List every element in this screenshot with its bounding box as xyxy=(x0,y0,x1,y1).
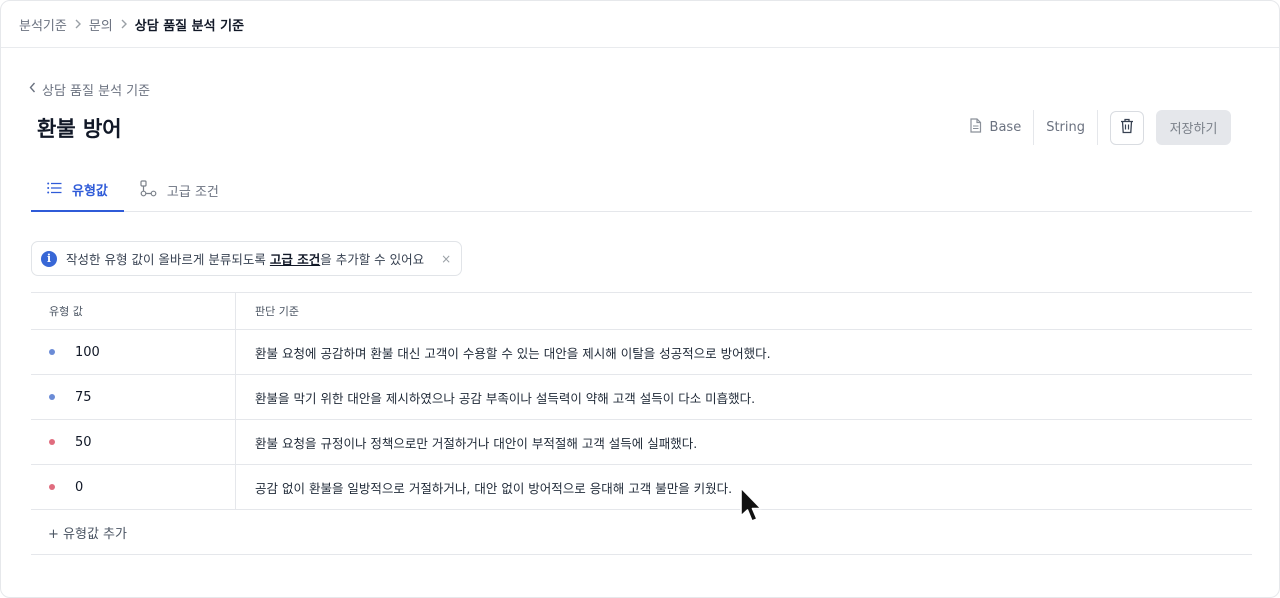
type-value-cell: 100 xyxy=(31,330,236,374)
type-value: 50 xyxy=(75,434,92,450)
add-type-value-button[interactable]: + 유형값 추가 xyxy=(31,510,1252,555)
chevron-right-icon xyxy=(74,19,82,29)
notice-text-before: 작성한 유형 값이 올바르게 분류되도록 xyxy=(66,252,270,267)
chevron-left-icon xyxy=(29,82,36,97)
breadcrumb-item-inquiry[interactable]: 문의 xyxy=(89,15,113,34)
document-icon xyxy=(969,118,982,137)
trash-icon xyxy=(1120,118,1134,138)
column-header-criteria: 판단 기준 xyxy=(255,305,299,318)
save-button[interactable]: 저장하기 xyxy=(1156,110,1231,145)
tab-label: 유형값 xyxy=(72,184,108,199)
list-icon xyxy=(47,182,62,198)
branch-icon xyxy=(140,179,157,201)
table-row[interactable]: 100 환불 요청에 공감하며 환불 대신 고객이 수용할 수 있는 대안을 제시… xyxy=(31,330,1252,375)
status-dot xyxy=(49,439,55,445)
back-link-label: 상담 품질 분석 기준 xyxy=(42,84,151,99)
tab-advanced-conditions[interactable]: 고급 조건 xyxy=(124,169,235,211)
criteria-cell: 환불 요청을 규정이나 정책으로만 거절하거나 대안이 부적절해 고객 설득에 … xyxy=(255,435,698,451)
type-value: 0 xyxy=(75,479,84,495)
tab-type-values[interactable]: 유형값 xyxy=(31,169,124,212)
status-dot xyxy=(49,349,55,355)
notice-text: 작성한 유형 값이 올바르게 분류되도록 고급 조건을 추가할 수 있어요 xyxy=(66,249,424,268)
header-actions: Base String 저장하기 xyxy=(957,110,1231,145)
tab-bar: 유형값 고급 조건 xyxy=(31,169,1252,212)
type-value-cell: 50 xyxy=(31,420,236,464)
notice-text-after: 을 추가할 수 있어요 xyxy=(320,252,425,267)
breadcrumb-current: 상담 품질 분석 기준 xyxy=(134,18,245,34)
tab-label: 고급 조건 xyxy=(166,184,219,200)
criteria-cell: 환불 요청에 공감하며 환불 대신 고객이 수용할 수 있는 대안을 제시해 이… xyxy=(255,345,771,361)
table-header: 유형 값 판단 기준 xyxy=(31,293,1252,330)
app-window: 분석기준 문의 상담 품질 분석 기준 상담 품질 분석 기준 환불 방어 Ba… xyxy=(0,0,1280,598)
info-notice: i 작성한 유형 값이 올바르게 분류되도록 고급 조건을 추가할 수 있어요 … xyxy=(31,241,463,276)
type-label: String xyxy=(1046,120,1085,135)
divider xyxy=(1097,110,1098,145)
base-indicator: Base xyxy=(957,110,1034,145)
breadcrumb: 분석기준 문의 상담 품질 분석 기준 xyxy=(1,1,1279,48)
info-icon: i xyxy=(41,250,57,267)
delete-button[interactable] xyxy=(1110,110,1144,145)
breadcrumb-item-analysis[interactable]: 분석기준 xyxy=(19,15,67,34)
advanced-conditions-link[interactable]: 고급 조건 xyxy=(270,252,320,267)
close-icon[interactable]: × xyxy=(441,252,451,266)
type-value-cell: 0 xyxy=(31,465,236,509)
type-indicator: String xyxy=(1034,110,1097,145)
table-row[interactable]: 50 환불 요청을 규정이나 정책으로만 거절하거나 대안이 부적절해 고객 설득… xyxy=(31,420,1252,465)
chevron-right-icon xyxy=(120,19,128,29)
type-value: 100 xyxy=(75,344,100,360)
mouse-cursor-icon xyxy=(739,487,765,531)
type-value: 75 xyxy=(75,389,92,405)
type-value-cell: 75 xyxy=(31,375,236,419)
status-dot xyxy=(49,484,55,490)
criteria-cell: 환불을 막기 위한 대안을 제시하였으나 공감 부족이나 설득력이 약해 고객 … xyxy=(255,390,756,406)
type-values-table: 유형 값 판단 기준 100 환불 요청에 공감하며 환불 대신 고객이 수용할 … xyxy=(31,292,1252,555)
status-dot xyxy=(49,394,55,400)
back-link[interactable]: 상담 품질 분석 기준 xyxy=(29,80,150,99)
table-row[interactable]: 75 환불을 막기 위한 대안을 제시하였으나 공감 부족이나 설득력이 약해 고… xyxy=(31,375,1252,420)
page-title: 환불 방어 xyxy=(37,117,122,141)
base-label: Base xyxy=(989,120,1022,135)
table-row[interactable]: 0 공감 없이 환불을 일방적으로 거절하거나, 대안 없이 방어적으로 응대해 … xyxy=(31,465,1252,510)
column-header-value: 유형 값 xyxy=(31,293,236,329)
